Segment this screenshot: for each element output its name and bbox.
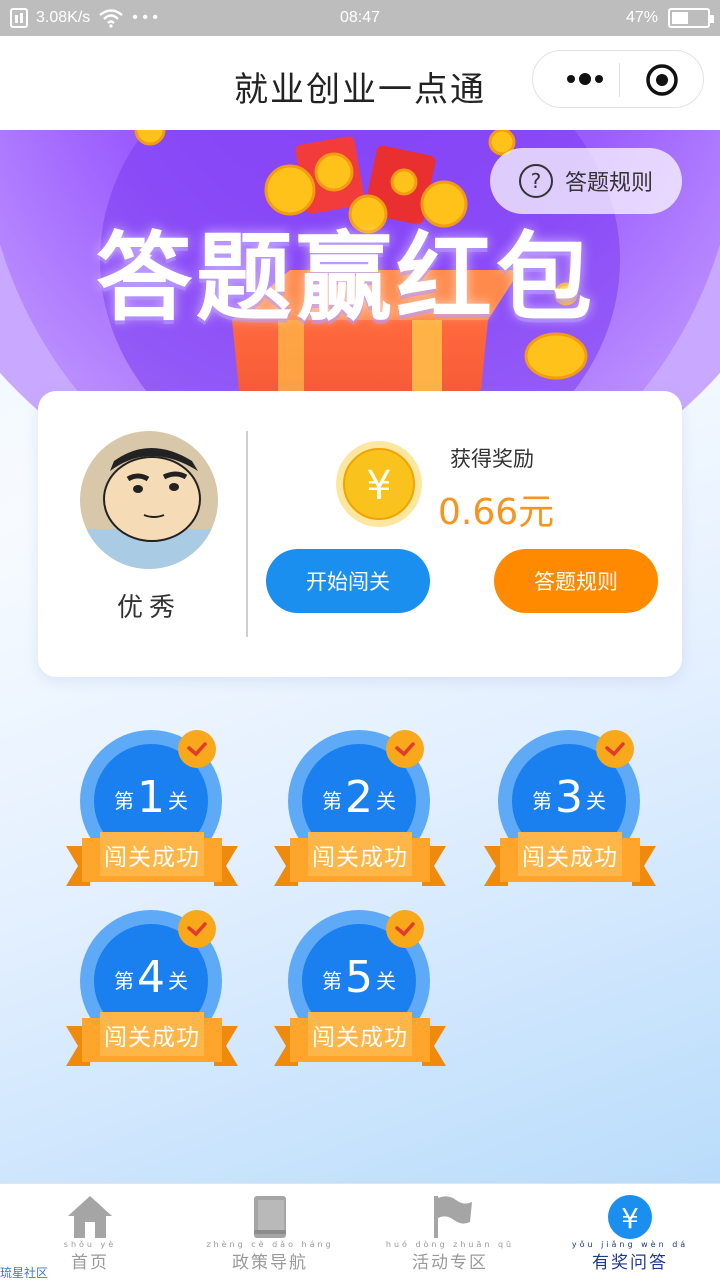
battery-percent: 47% xyxy=(625,9,658,26)
close-target-icon[interactable] xyxy=(645,63,679,97)
username: 优秀 xyxy=(116,593,181,623)
checkmark-icon xyxy=(386,730,424,768)
level-suffix: 关 xyxy=(376,789,396,813)
checkmark-icon xyxy=(386,910,424,948)
level-badge-2[interactable]: 第2 关 闯关成功 xyxy=(274,730,454,900)
banner-rules-button[interactable]: ? 答题规则 xyxy=(490,148,682,214)
yuan-symbol: ¥ xyxy=(621,1202,639,1235)
capsule-divider xyxy=(619,63,620,97)
level-number: 5 xyxy=(345,952,373,1003)
checkmark-icon xyxy=(596,730,634,768)
level-status: 闯关成功 xyxy=(522,845,618,871)
tab-policy-label: 政策导航 xyxy=(232,1253,308,1273)
level-badge-5[interactable]: 第5 关 闯关成功 xyxy=(274,910,454,1080)
main-content: 答题赢红包 ? 答题规则 优秀 ¥ 获得奖励 0.66元 开始闯关 答题规则 第… xyxy=(0,130,720,1183)
bottom-tab-bar: shǒu yè 首页 zhèng cè dǎo háng 政策导航 huó dò… xyxy=(0,1183,720,1280)
yuan-icon: ¥ xyxy=(608,1195,652,1239)
level-prefix: 第 xyxy=(114,789,134,813)
quiz-rules-button[interactable]: 答题规则 xyxy=(494,549,658,613)
level-number: 2 xyxy=(345,772,373,823)
battery-fill xyxy=(672,12,688,24)
mini-program-capsule xyxy=(532,50,704,108)
level-badge-3[interactable]: 第3 关 闯关成功 xyxy=(484,730,664,900)
level-prefix: 第 xyxy=(322,789,342,813)
tab-activities[interactable]: huó dòng zhuān qū 活动专区 xyxy=(360,1184,540,1280)
level-prefix: 第 xyxy=(322,969,342,993)
level-status: 闯关成功 xyxy=(104,845,200,871)
checkmark-icon xyxy=(178,730,216,768)
level-prefix: 第 xyxy=(114,969,134,993)
tab-policy[interactable]: zhèng cè dǎo háng 政策导航 xyxy=(180,1184,360,1280)
card-divider xyxy=(246,431,248,637)
status-right: 47% xyxy=(625,8,714,28)
book-icon xyxy=(254,1196,286,1238)
avatar[interactable] xyxy=(80,431,218,569)
checkmark-icon xyxy=(178,910,216,948)
level-status: 闯关成功 xyxy=(312,1025,408,1051)
tab-quiz[interactable]: ¥ yǒu jiǎng wèn dá 有奖问答 xyxy=(540,1184,720,1280)
status-time: 08:47 xyxy=(339,9,381,26)
watermark: 琉星社区 xyxy=(0,1266,49,1280)
coin-symbol: ¥ xyxy=(366,463,391,509)
level-status: 闯关成功 xyxy=(104,1025,200,1051)
level-text: 第2 关 xyxy=(288,772,430,823)
profile-card: 优秀 ¥ 获得奖励 0.66元 开始闯关 答题规则 xyxy=(38,391,682,677)
level-prefix: 第 xyxy=(532,789,552,813)
level-text: 第3 关 xyxy=(498,772,640,823)
flag-icon xyxy=(434,1196,472,1238)
level-text: 第1 关 xyxy=(80,772,222,823)
coin-icon: ¥ xyxy=(336,441,422,527)
level-number: 3 xyxy=(555,772,583,823)
banner-rules-label: 答题规则 xyxy=(564,171,653,196)
question-circle-icon: ? xyxy=(518,164,553,198)
battery-icon xyxy=(668,8,714,28)
level-text: 第5 关 xyxy=(288,952,430,1003)
status-bar: 3.08K/s • • • 08:47 47% xyxy=(0,0,720,36)
level-suffix: 关 xyxy=(376,969,396,993)
more-options-icon[interactable] xyxy=(555,61,615,97)
level-number: 1 xyxy=(137,772,165,823)
level-suffix: 关 xyxy=(586,789,606,813)
level-badge-1[interactable]: 第1 关 闯关成功 xyxy=(66,730,246,900)
reward-label: 获得奖励 xyxy=(450,447,534,471)
level-suffix: 关 xyxy=(168,789,188,813)
title-bar: 就业创业一点通 xyxy=(0,36,720,130)
level-suffix: 关 xyxy=(168,969,188,993)
tab-activities-label: 活动专区 xyxy=(412,1253,488,1273)
home-icon xyxy=(68,1196,112,1238)
reward-value: 0.66元 xyxy=(438,492,555,533)
start-challenge-button[interactable]: 开始闯关 xyxy=(266,549,430,613)
level-text: 第4 关 xyxy=(80,952,222,1003)
level-badge-4[interactable]: 第4 关 闯关成功 xyxy=(66,910,246,1080)
banner-title: 答题赢红包 xyxy=(96,222,596,334)
level-status: 闯关成功 xyxy=(312,845,408,871)
level-number: 4 xyxy=(137,952,165,1003)
tab-quiz-label: 有奖问答 xyxy=(592,1253,668,1273)
